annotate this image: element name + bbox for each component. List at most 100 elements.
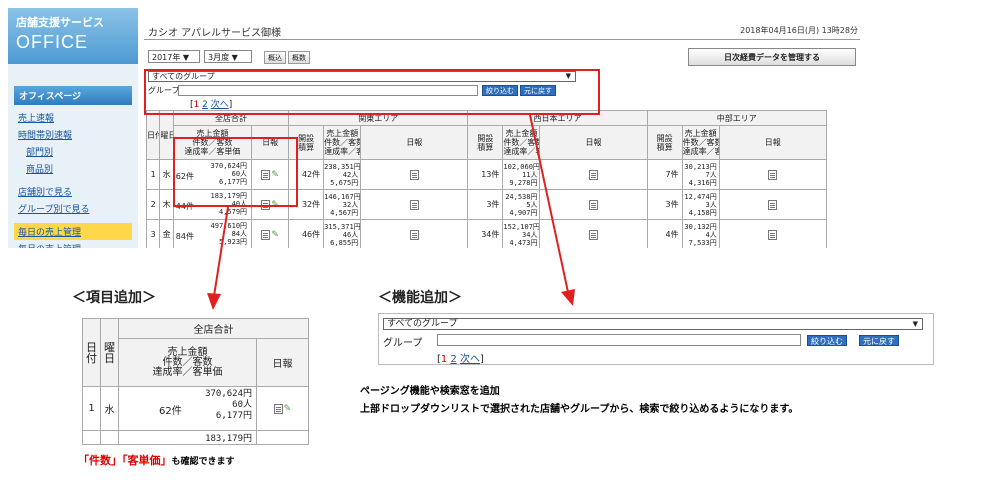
amount-values: 146,167円 32人 4,567円 <box>323 189 362 220</box>
sidebar-menu: 売上速報時間帯別速報部門別商品別店舗別で見るグループ別で見る毎日の売上管理毎月の… <box>8 109 138 248</box>
zoom-count: 62件 <box>159 406 182 417</box>
zoom-col-weekday: 曜日 <box>100 318 119 387</box>
columns-note-text: も確認できます <box>171 457 235 467</box>
feature-description-2: 上部ドロップダウンリストで選択された店舗やグループから、検索で絞り込めるようにな… <box>360 404 799 415</box>
zoom-sales-header: 売上金額 件数／客数 達成率／客単価 <box>118 338 257 387</box>
sidebar-item[interactable]: 売上速報 <box>14 109 132 126</box>
report-cell <box>718 189 827 220</box>
item-add-heading: ＜項目追加＞ <box>72 290 156 306</box>
zoom-pager-next[interactable]: 次へ <box>460 354 480 365</box>
sidebar-item[interactable]: 店舗別で見る <box>14 183 132 200</box>
zoom-sales-cell: 62件 370,624円 60人 6,177円 <box>118 386 257 431</box>
summary-button[interactable]: 概込 <box>264 51 286 64</box>
zoom-amounts: 370,624円 60人 6,177円 <box>205 389 252 421</box>
brand-service-name: 店舗支援サービス <box>16 16 104 29</box>
daily-report-icon[interactable] <box>409 229 419 240</box>
daily-report-icon[interactable] <box>273 403 283 414</box>
zoom-group-label: グループ <box>383 338 423 349</box>
report-cell <box>360 189 469 220</box>
feature-description-1: ページング機能や検索窓を追加 <box>360 386 500 397</box>
daily-report-icon[interactable] <box>589 169 599 180</box>
zoom-pager-current: 1 <box>440 354 448 365</box>
daily-report-icon[interactable] <box>409 169 419 180</box>
sidebar-item[interactable]: 商品別 <box>14 160 132 177</box>
company-name: カシオ アパレルサービス御様 <box>148 28 281 39</box>
report-cell <box>539 159 648 190</box>
manage-expense-button[interactable]: 日次経費データを管理する <box>688 48 856 66</box>
report-header: 日報 <box>718 125 827 160</box>
zoom-group-select[interactable]: すべてのグループ ▼ <box>383 318 923 330</box>
report-cell <box>360 219 469 248</box>
sidebar-section-title: オフィスページ <box>14 86 132 105</box>
zoom-group-search-input[interactable] <box>437 334 801 346</box>
count-value: 13件 <box>467 159 504 190</box>
columns-note-highlight: 「件数」「客単価」 <box>78 454 172 467</box>
daily-report-icon[interactable] <box>768 229 778 240</box>
arrow-head-right <box>561 289 575 306</box>
year-select[interactable]: 2017年 ▼ <box>148 50 200 63</box>
edit-pen-icon[interactable]: ✎ <box>271 230 279 240</box>
daily-report-icon[interactable] <box>589 229 599 240</box>
sales-header: 売上金額 件数／客数 達成率／客単価 <box>323 125 362 160</box>
daily-report-icon[interactable] <box>768 199 778 210</box>
daily-report-icon[interactable] <box>409 199 419 210</box>
zoom-day: 1 <box>82 386 101 431</box>
zoom-pager-bracket-close: ] <box>480 354 484 365</box>
columns-note: 「件数」「客単価」も確認できます <box>78 452 235 468</box>
zoom-row2-amount: 183,179円 <box>118 430 257 445</box>
daily-report-icon[interactable] <box>261 229 271 240</box>
zoom-group-select-value: すべてのグループ <box>387 319 458 329</box>
amount-values: 238,351円 42人 5,675円 <box>323 159 362 190</box>
report-cell <box>539 219 648 248</box>
edit-pen-icon[interactable]: ✎ <box>284 404 292 414</box>
zoom-pager-page-2[interactable]: 2 <box>450 354 456 365</box>
sidebar-item[interactable]: 毎月の売上管理 <box>14 240 132 248</box>
area-header: 中部エリア <box>646 110 827 126</box>
daily-report-icon[interactable] <box>768 169 778 180</box>
amount-values: 102,060円 11人 9,278円 <box>502 159 541 190</box>
zoom-reset-button[interactable]: 元に戻す <box>859 335 899 346</box>
amount-values: 315,371円 46人 6,855円 <box>323 219 362 248</box>
zoomed-filter: すべてのグループ ▼ グループ 絞り込む 元に戻す [1 2 次へ] <box>378 313 934 365</box>
filter-highlight-box <box>144 69 600 115</box>
zoom-col-date: 日付 <box>82 318 101 387</box>
sales-cell: 84件 497,610円 84人 5,923円 <box>172 219 253 248</box>
amount-values: 152,107円 34人 4,473円 <box>502 219 541 248</box>
count-value: 3件 <box>646 189 683 220</box>
zoom-report-header: 日報 <box>256 338 309 387</box>
brand-logo: 店舗支援サービス OFFICE <box>8 8 138 64</box>
count-value: 34件 <box>467 219 504 248</box>
count-value: 46件 <box>288 219 325 248</box>
detail-button[interactable]: 概数 <box>288 51 310 64</box>
sidebar-item[interactable]: 部門別 <box>14 143 132 160</box>
visitors-header: 開設 積算 <box>646 125 683 160</box>
zoom-area-header: 全店合計 <box>118 318 309 339</box>
zoom-report-cell: ✎ <box>256 386 309 431</box>
feature-add-heading: ＜機能追加＞ <box>378 290 462 306</box>
sidebar-item[interactable]: 毎日の売上管理 <box>14 223 132 240</box>
report-cell <box>360 159 469 190</box>
zoom-pagination: [1 2 次へ] <box>437 350 484 365</box>
sidebar-item[interactable]: 時間帯別速報 <box>14 126 132 143</box>
report-header: 日報 <box>539 125 648 160</box>
brand-office: OFFICE <box>16 32 88 52</box>
count-value: 84件 <box>175 232 194 241</box>
zoom-dropdown-arrow-icon: ▼ <box>912 320 918 328</box>
report-cell: ✎ <box>251 219 290 248</box>
report-cell <box>718 219 827 248</box>
sidebar: 店舗支援サービス OFFICE オフィスページ 売上速報 時間帯別速報 部門別 商品別… <box>8 8 138 248</box>
app-screenshot: 店舗支援サービス OFFICE オフィスページ 売上速報 時間帯別速報 部門別 商品別… <box>8 8 866 248</box>
weekday-cell: 金 <box>159 219 174 248</box>
sidebar-item[interactable]: グループ別で見る <box>14 200 132 217</box>
col-weekday-header: 曜日 <box>159 110 174 160</box>
amount-values: 24,538円 5人 4,907円 <box>502 189 541 220</box>
day-cell: 2 <box>145 189 161 220</box>
daily-report-icon[interactable] <box>589 199 599 210</box>
weekday-cell: 水 <box>159 159 174 190</box>
visitors-header: 開設 積算 <box>467 125 504 160</box>
current-datetime: 2018年04月16日(月) 13時28分 <box>740 26 858 35</box>
month-select[interactable]: 3月度 ▼ <box>204 50 252 63</box>
amount-values: 30,132円 4人 7,533円 <box>681 219 720 248</box>
count-value: 4件 <box>646 219 683 248</box>
zoom-search-button[interactable]: 絞り込む <box>807 335 847 346</box>
